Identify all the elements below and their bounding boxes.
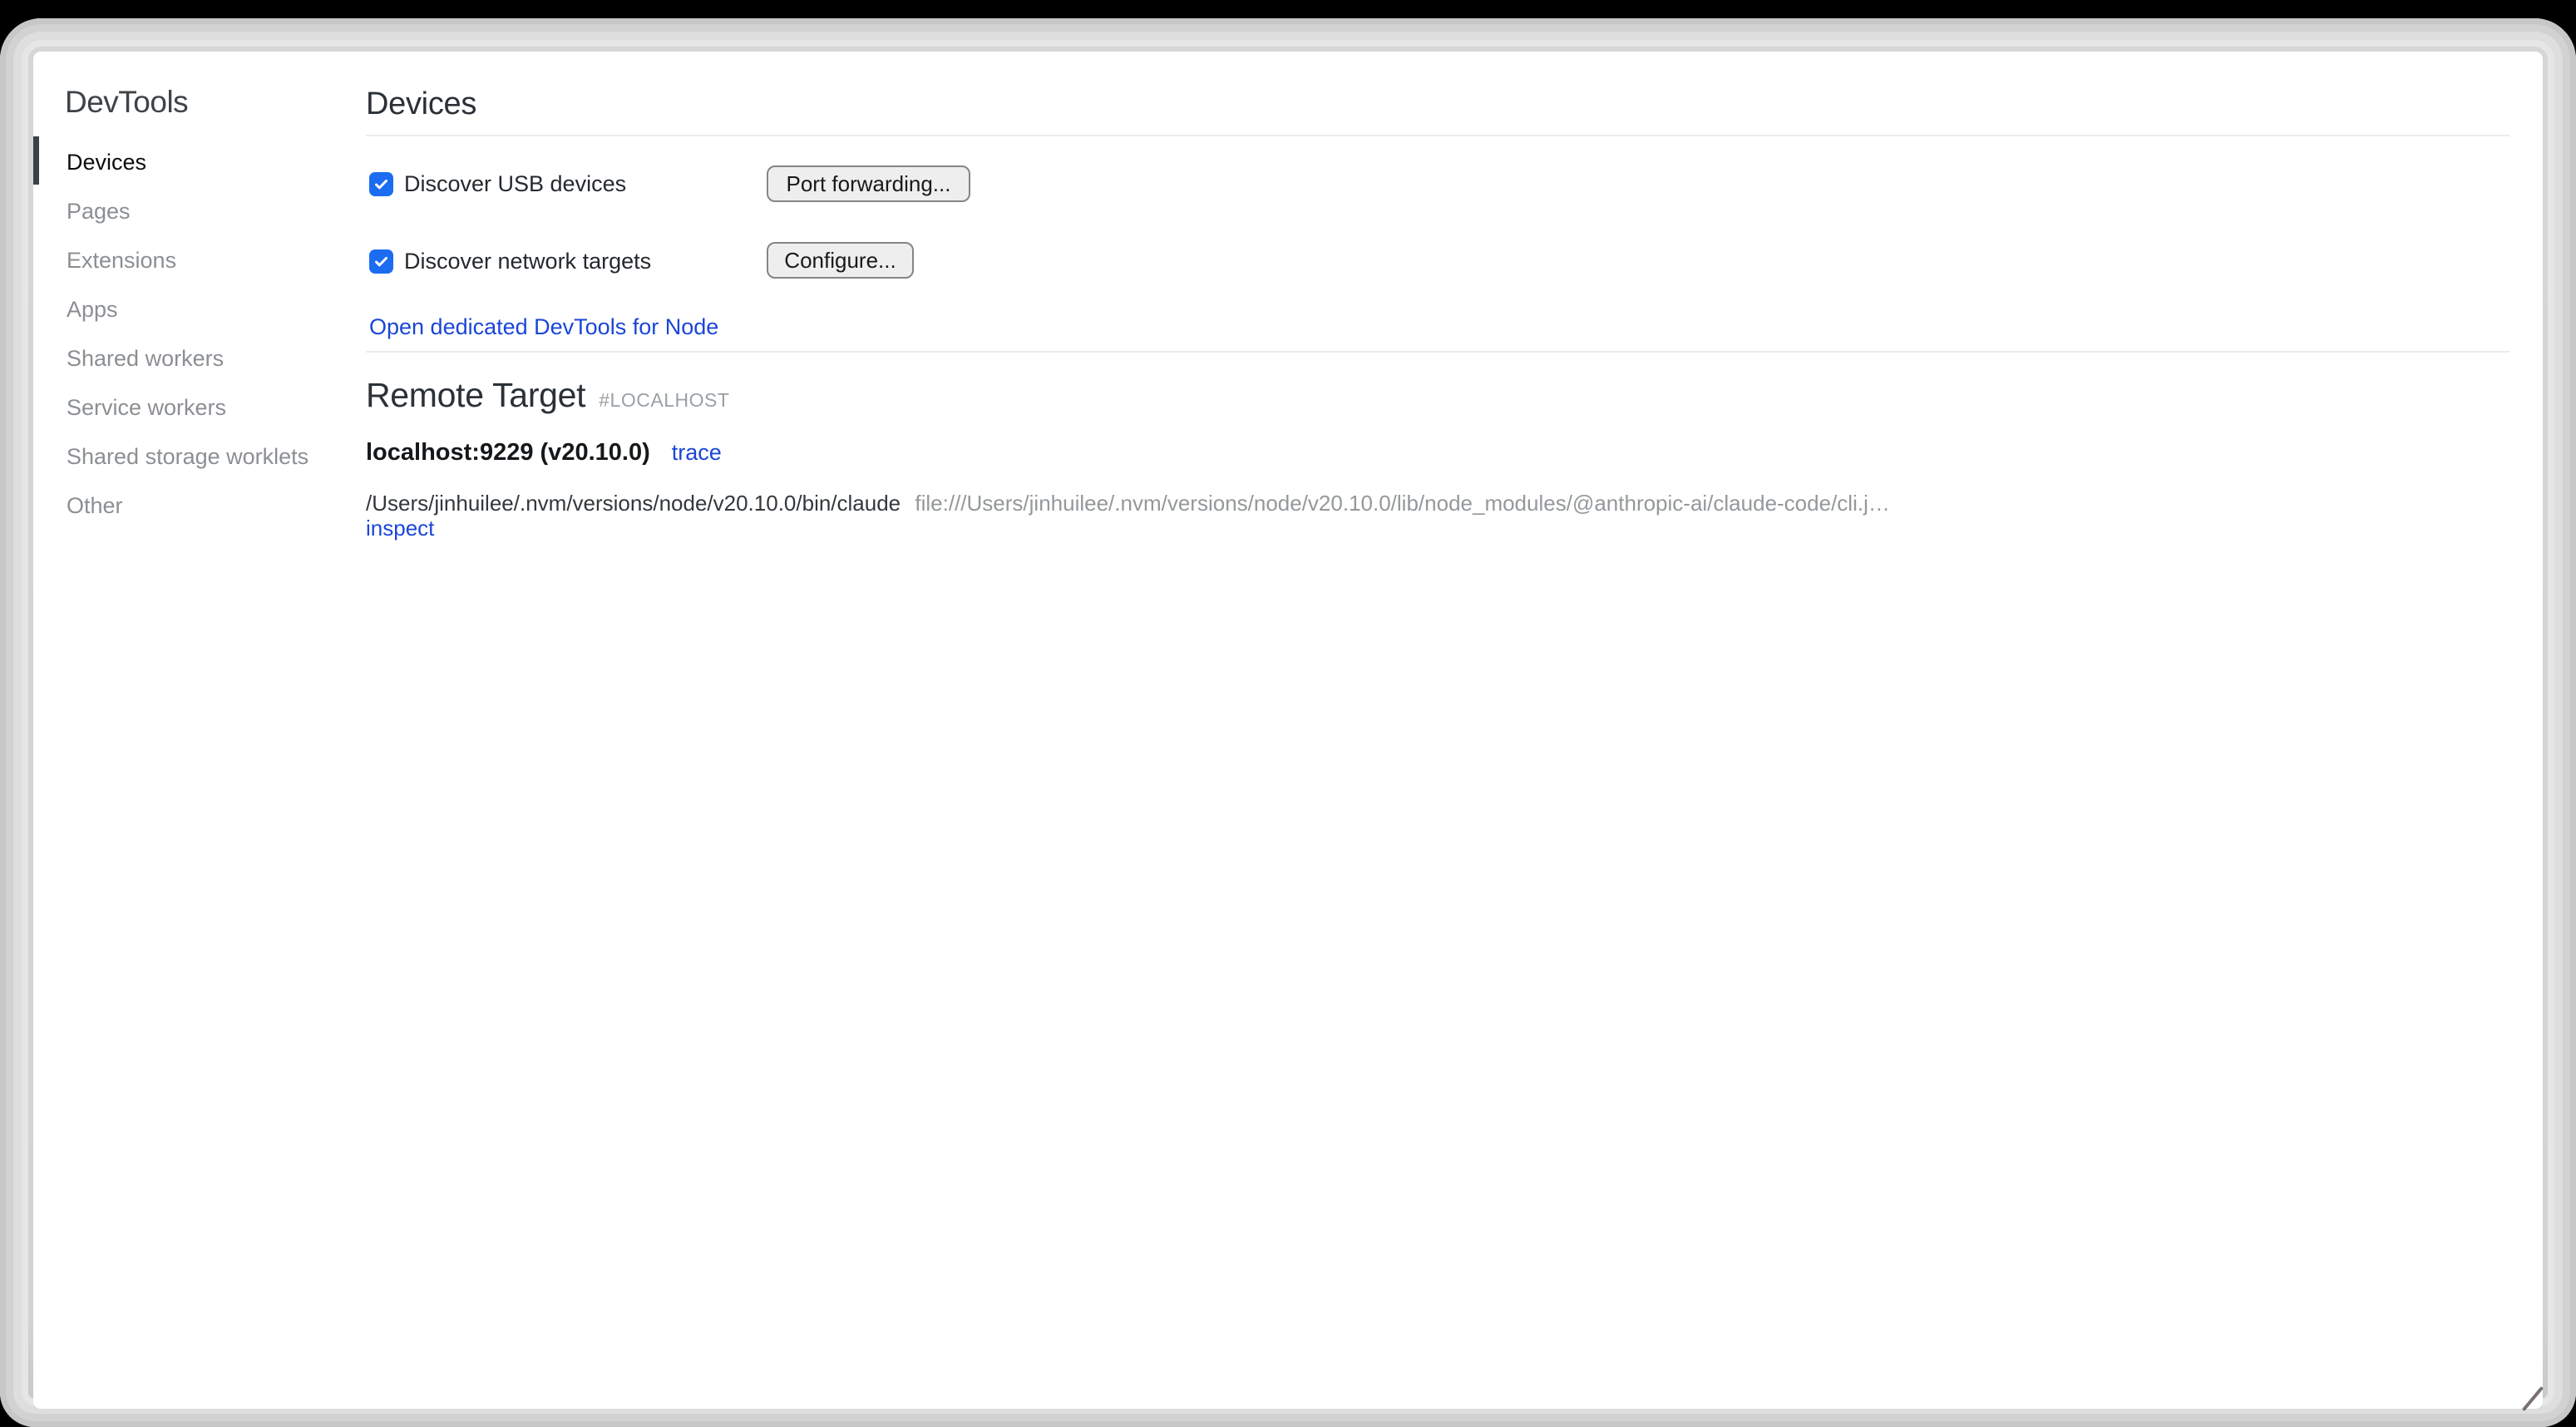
discover-usb-row: Discover USB devices: [369, 171, 626, 196]
discover-network-label: Discover network targets: [404, 249, 651, 274]
sidebar-item-shared-storage-worklets[interactable]: Shared storage worklets: [67, 432, 308, 481]
open-node-devtools-link[interactable]: Open dedicated DevTools for Node: [369, 314, 718, 340]
screen-bezel: DevTools Devices Pages Extensions Apps S…: [0, 18, 2576, 1427]
sidebar-item-shared-workers[interactable]: Shared workers: [67, 334, 308, 383]
remote-target-header: Remote Target #LOCALHOST: [366, 376, 729, 415]
sidebar-item-extensions[interactable]: Extensions: [67, 236, 308, 285]
sidebar: Devices Pages Extensions Apps Shared wor…: [67, 138, 308, 531]
discover-network-checkbox[interactable]: [369, 249, 393, 274]
sidebar-item-other[interactable]: Other: [67, 481, 308, 531]
sidebar-item-apps[interactable]: Apps: [67, 285, 308, 334]
checkmark-icon: [373, 175, 390, 193]
configure-button[interactable]: Configure...: [767, 242, 914, 279]
discover-usb-checkbox[interactable]: [369, 172, 393, 196]
discover-usb-label: Discover USB devices: [404, 171, 626, 197]
target-row: localhost:9229 (v20.10.0) trace: [366, 439, 722, 467]
discover-network-row: Discover network targets: [369, 249, 651, 274]
sidebar-item-devices[interactable]: Devices: [67, 138, 308, 187]
section-divider: [366, 135, 2509, 136]
selected-item-indicator: [33, 136, 39, 185]
process-path: /Users/jinhuilee/.nvm/versions/node/v20.…: [366, 491, 901, 516]
target-name: localhost:9229 (v20.10.0): [366, 439, 650, 467]
port-forwarding-button[interactable]: Port forwarding...: [767, 165, 970, 202]
sidebar-item-service-workers[interactable]: Service workers: [67, 383, 308, 432]
sidebar-title: DevTools: [65, 85, 188, 120]
section-divider: [366, 351, 2509, 353]
page-title: Devices: [366, 86, 476, 122]
target-description: /Users/jinhuilee/.nvm/versions/node/v20.…: [366, 491, 1890, 516]
remote-target-heading: Remote Target: [366, 376, 585, 415]
checkmark-icon: [373, 253, 390, 270]
inspect-link[interactable]: inspect: [366, 516, 434, 541]
localhost-tag: #LOCALHOST: [599, 389, 729, 412]
file-url: file:///Users/jinhuilee/.nvm/versions/no…: [915, 491, 1889, 516]
sidebar-item-pages[interactable]: Pages: [67, 187, 308, 236]
trace-link[interactable]: trace: [672, 440, 722, 466]
devtools-window: DevTools Devices Pages Extensions Apps S…: [33, 52, 2543, 1409]
